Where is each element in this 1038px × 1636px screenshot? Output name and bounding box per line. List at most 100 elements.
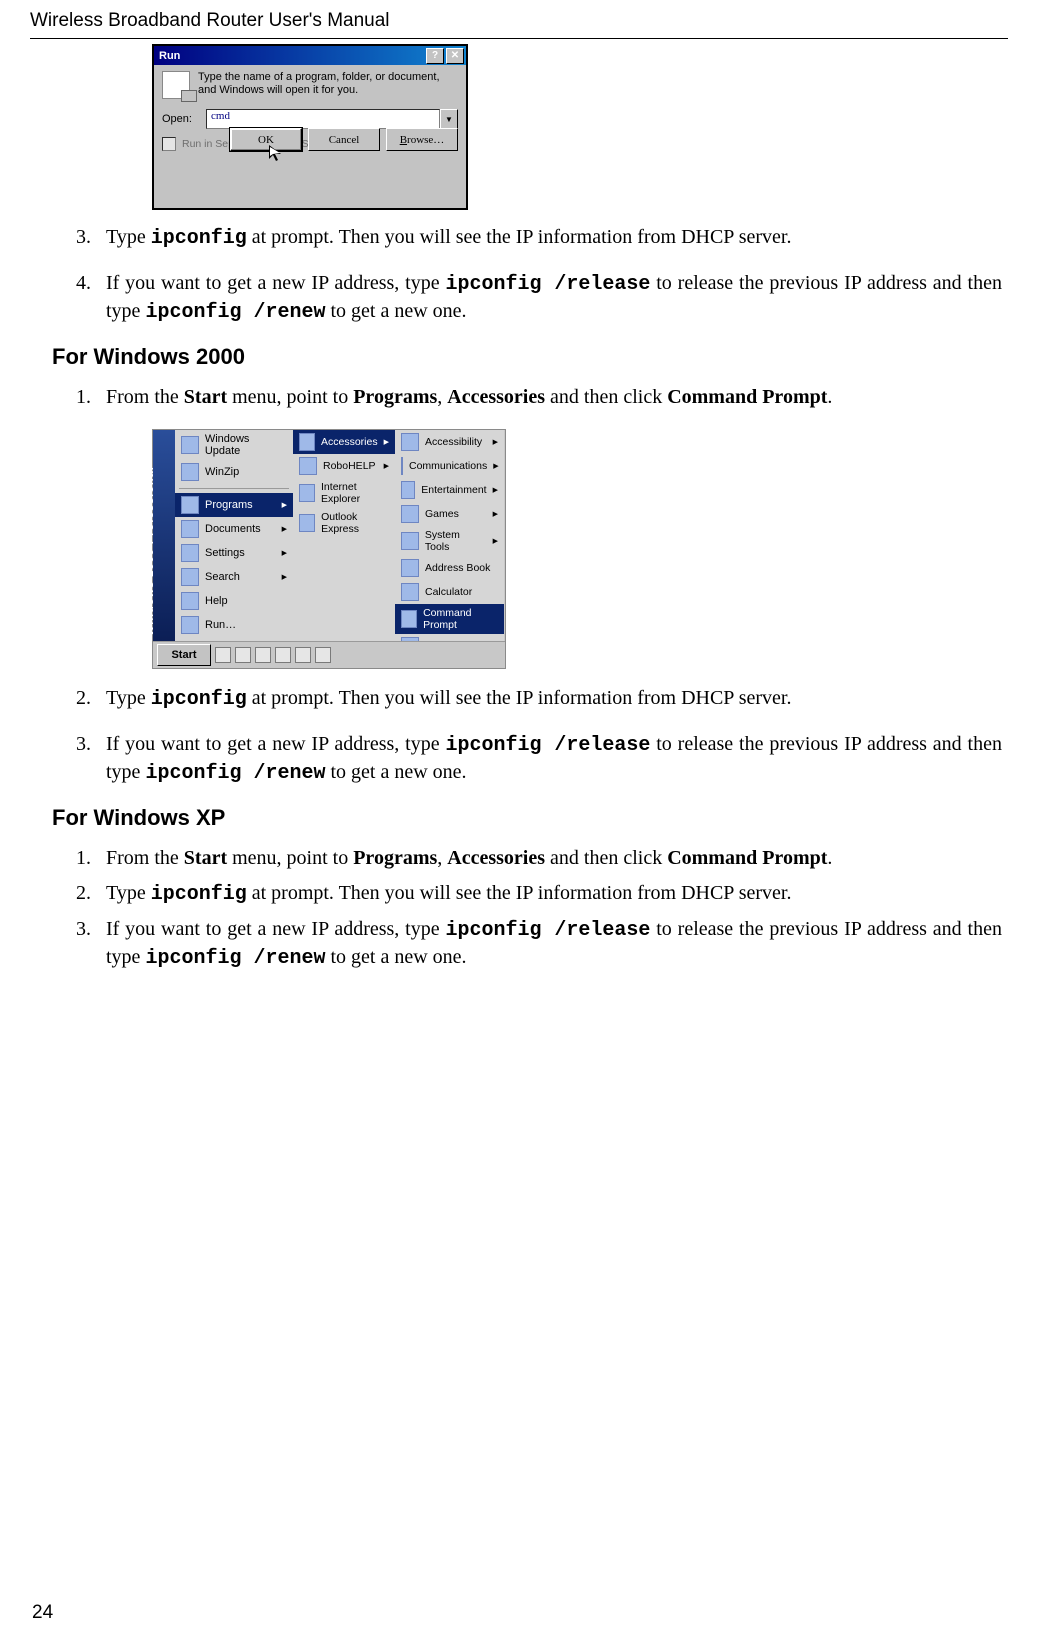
list-item: If you want to get a new IP address, typ… bbox=[96, 916, 1002, 972]
run-dialog-hint: Type the name of a program, folder, or d… bbox=[198, 71, 458, 97]
book-icon bbox=[401, 559, 419, 577]
help-icon[interactable]: ? bbox=[426, 48, 444, 64]
menu-item[interactable]: WinZip bbox=[175, 460, 293, 484]
chevron-right-icon: ▶ bbox=[493, 486, 498, 494]
help-icon bbox=[181, 592, 199, 610]
chevron-right-icon: ▶ bbox=[493, 438, 498, 446]
doc-title: Wireless Broadband Router User's Manual bbox=[30, 10, 390, 31]
chevron-right-icon: ▶ bbox=[282, 525, 287, 533]
page-number: 24 bbox=[32, 1602, 53, 1624]
chevron-right-icon: ▶ bbox=[493, 510, 498, 518]
list-item: Type ipconfig at prompt. Then you will s… bbox=[96, 224, 1002, 252]
quick-launch-icon[interactable] bbox=[295, 647, 311, 663]
start-menu-figure: Windows 2000 Professional Windows Update… bbox=[152, 429, 506, 669]
cmd-icon bbox=[401, 610, 417, 628]
quick-launch-icon[interactable] bbox=[235, 647, 251, 663]
folder-icon bbox=[401, 505, 419, 523]
run-dialog-figure: Run ? ✕ Type the name of a program, fold… bbox=[152, 44, 468, 210]
list-item: Type ipconfig at prompt. Then you will s… bbox=[96, 880, 1002, 908]
folder-icon bbox=[299, 433, 315, 451]
code-ipconfig-renew: ipconfig /renew bbox=[145, 301, 325, 324]
search-icon bbox=[181, 568, 199, 586]
run-dialog-title: Run bbox=[159, 50, 424, 62]
cancel-button[interactable]: Cancel bbox=[308, 128, 380, 151]
menu-item[interactable]: Run… bbox=[175, 613, 293, 637]
start-menu-submenu-accessories: Accessibility▶ Communications▶ Entertain… bbox=[395, 430, 504, 642]
list-item: If you want to get a new IP address, typ… bbox=[96, 731, 1002, 787]
menu-item[interactable]: Search▶ bbox=[175, 565, 293, 589]
heading-windows-xp: For Windows XP bbox=[52, 805, 1002, 831]
folder-icon bbox=[401, 433, 419, 451]
list-item: From the Start menu, point to Programs, … bbox=[96, 845, 1002, 872]
quick-launch-icon[interactable] bbox=[275, 647, 291, 663]
code-ipconfig-release: ipconfig /release bbox=[445, 273, 650, 296]
taskbar: Start bbox=[153, 641, 505, 668]
chevron-right-icon: ▶ bbox=[384, 438, 389, 446]
menu-item[interactable]: Internet Explorer bbox=[293, 478, 395, 508]
menu-item[interactable]: Settings▶ bbox=[175, 541, 293, 565]
quick-launch-icon[interactable] bbox=[315, 647, 331, 663]
code-ipconfig: ipconfig bbox=[151, 688, 247, 711]
run-icon bbox=[181, 616, 199, 634]
folder-icon bbox=[299, 457, 317, 475]
page-content: Run ? ✕ Type the name of a program, fold… bbox=[52, 42, 1002, 1586]
app-icon bbox=[181, 436, 199, 454]
code-ipconfig-renew: ipconfig /renew bbox=[145, 947, 325, 970]
ok-button[interactable]: OK bbox=[230, 128, 302, 151]
start-menu-submenu-programs: Accessories▶ RoboHELP▶ Internet Explorer… bbox=[293, 430, 396, 642]
menu-item-programs[interactable]: Programs▶ bbox=[175, 493, 293, 517]
open-label: Open: bbox=[162, 113, 200, 125]
calc-icon bbox=[401, 583, 419, 601]
browse-button[interactable]: Browse… bbox=[386, 128, 458, 151]
chevron-right-icon: ▶ bbox=[282, 501, 287, 509]
chevron-right-icon: ▶ bbox=[493, 462, 498, 470]
checkbox-icon bbox=[162, 137, 176, 151]
menu-item[interactable]: Games▶ bbox=[395, 502, 504, 526]
menu-item[interactable]: Communications▶ bbox=[395, 454, 504, 478]
steps-win2000-rest: Type ipconfig at prompt. Then you will s… bbox=[52, 685, 1002, 787]
quick-launch-icon[interactable] bbox=[255, 647, 271, 663]
list-item: From the Start menu, point to Programs, … bbox=[96, 384, 1002, 411]
folder-icon bbox=[401, 457, 403, 475]
folder-icon bbox=[401, 532, 419, 550]
gear-icon bbox=[181, 544, 199, 562]
menu-item[interactable]: Windows Update bbox=[175, 430, 293, 460]
chevron-right-icon: ▶ bbox=[384, 462, 389, 470]
open-input[interactable]: cmd bbox=[206, 109, 440, 129]
separator bbox=[179, 488, 289, 489]
page-header: Wireless Broadband Router User's Manual bbox=[30, 10, 1008, 39]
quick-launch-icon[interactable] bbox=[215, 647, 231, 663]
start-button[interactable]: Start bbox=[157, 644, 211, 666]
menu-item[interactable]: System Tools▶ bbox=[395, 526, 504, 556]
steps-previous-section: Type ipconfig at prompt. Then you will s… bbox=[52, 224, 1002, 326]
menu-item[interactable]: Entertainment▶ bbox=[395, 478, 504, 502]
menu-item[interactable]: Accessibility▶ bbox=[395, 430, 504, 454]
quick-launch bbox=[215, 647, 331, 663]
chevron-right-icon: ▶ bbox=[282, 549, 287, 557]
list-item: If you want to get a new IP address, typ… bbox=[96, 270, 1002, 326]
folder-icon bbox=[401, 481, 415, 499]
code-ipconfig-release: ipconfig /release bbox=[445, 919, 650, 942]
steps-winxp: From the Start menu, point to Programs, … bbox=[52, 845, 1002, 972]
dropdown-caret-icon[interactable]: ▼ bbox=[440, 109, 458, 129]
menu-item-accessories[interactable]: Accessories▶ bbox=[293, 430, 395, 454]
chevron-right-icon: ▶ bbox=[282, 573, 287, 581]
ie-icon bbox=[299, 484, 315, 502]
app-icon bbox=[181, 463, 199, 481]
menu-item[interactable]: Documents▶ bbox=[175, 517, 293, 541]
folder-icon bbox=[181, 496, 199, 514]
menu-item[interactable]: Address Book bbox=[395, 556, 504, 580]
run-dialog-titlebar: Run ? ✕ bbox=[154, 46, 466, 65]
start-menu-strip: Windows 2000 Professional bbox=[153, 430, 175, 642]
menu-item[interactable]: RoboHELP▶ bbox=[293, 454, 395, 478]
start-menu-column-main: Windows Update WinZip Programs▶ Document… bbox=[175, 430, 294, 642]
close-icon[interactable]: ✕ bbox=[446, 48, 464, 64]
menu-item-command-prompt[interactable]: Command Prompt bbox=[395, 604, 504, 634]
menu-item[interactable]: Outlook Express bbox=[293, 508, 395, 538]
steps-win2000-step1: From the Start menu, point to Programs, … bbox=[52, 384, 1002, 411]
menu-item[interactable]: Help bbox=[175, 589, 293, 613]
chevron-right-icon: ▶ bbox=[493, 537, 498, 545]
menu-item[interactable]: Calculator bbox=[395, 580, 504, 604]
code-ipconfig-renew: ipconfig /renew bbox=[145, 762, 325, 785]
code-ipconfig-release: ipconfig /release bbox=[445, 734, 650, 757]
